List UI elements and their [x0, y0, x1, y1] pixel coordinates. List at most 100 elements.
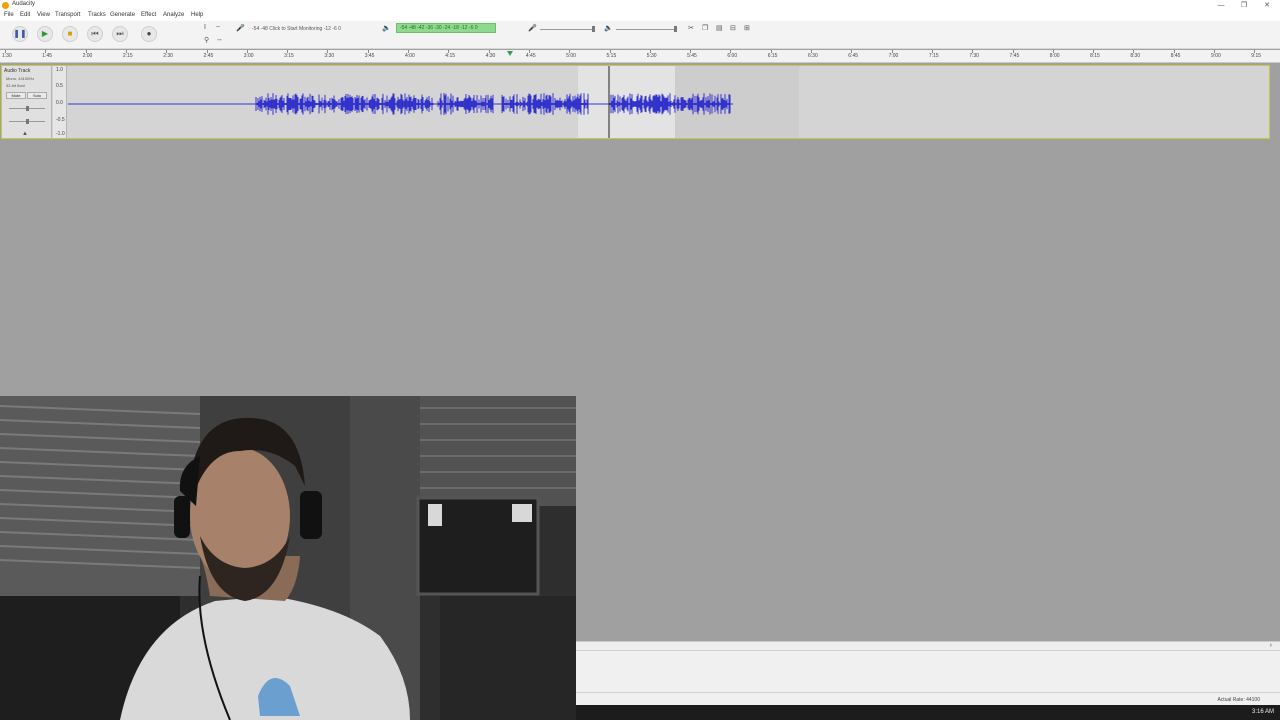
audacity-logo-icon [2, 2, 9, 9]
selection-toolbar [576, 650, 1280, 692]
collapse-track-icon[interactable]: ▲ [22, 131, 28, 137]
trim-icon[interactable]: ⊟ [730, 24, 736, 32]
play-icon: ▶ [41, 29, 49, 38]
track-panel: Audio Track Mono, 44100Hz 32-bit float M… [0, 64, 1280, 140]
record-button[interactable]: ● [141, 26, 157, 42]
skip-end-icon: ⏭ [116, 29, 124, 38]
track-name-dropdown[interactable]: Audio Track [4, 68, 30, 74]
solo-button[interactable]: Solo [27, 92, 47, 99]
microphone-icon: 🎤 [236, 25, 245, 32]
gain-knob[interactable] [26, 106, 29, 111]
timeline-tick-label: 6:00 [727, 53, 738, 59]
stop-button[interactable]: ■ [62, 26, 78, 42]
speaker-icon: 🔈 [382, 25, 391, 32]
skip-start-icon: ⏮ [91, 29, 99, 38]
timeline-tick-label: 3:30 [324, 53, 335, 59]
record-meter[interactable]: -54 -48 Click to Start Monitoring -12 -6… [252, 26, 341, 32]
timeline-tick-label: 5:00 [566, 53, 576, 59]
webcam-feed [0, 396, 576, 720]
menu-help[interactable]: Help [191, 12, 203, 18]
menu-effect[interactable]: Effect [141, 12, 156, 18]
menu-bar: File Edit View Transport Tracks Generate… [0, 11, 1280, 21]
envelope-tool-icon[interactable]: ~ [216, 24, 220, 31]
silence-icon[interactable]: ⊞ [744, 24, 750, 32]
timeline-tick-label: 7:00 [888, 53, 899, 59]
track-format: Mono, 44100Hz [6, 76, 35, 81]
play-button[interactable]: ▶ [37, 26, 53, 42]
timeline-tick-label: 2:15 [122, 53, 133, 59]
playhead-marker[interactable] [507, 51, 513, 56]
vertical-ruler: 1.0 0.5 0.0 -0.5 -1.0 [53, 66, 67, 138]
record-volume-slider[interactable] [540, 29, 594, 30]
pause-button[interactable]: ❚❚ [12, 26, 28, 42]
menu-tracks[interactable]: Tracks [88, 12, 106, 18]
timeline-tick-label: 4:00 [405, 53, 415, 59]
timeshift-tool-icon[interactable]: ↔ [216, 36, 223, 43]
playback-volume-slider[interactable] [616, 29, 676, 30]
playback-meter-scale: -54 -48 -42 -36 -30 -24 -18 -12 -6 0 [400, 25, 478, 31]
timeline-tick-label: 2:30 [163, 53, 173, 59]
window-title: Audacity [12, 1, 36, 7]
timeline-tick-label: 6:45 [848, 53, 859, 59]
pan-knob[interactable] [26, 119, 29, 124]
skip-to-end-button[interactable]: ⏭ [112, 26, 128, 42]
timeline-tick-label: 9:00 [1211, 53, 1221, 59]
playback-volume-icon: 🔈 [604, 25, 613, 32]
timeline-tick-label: 4:15 [445, 53, 456, 59]
minimize-button[interactable]: — [1210, 0, 1232, 11]
timeline-tick-label: 7:30 [969, 53, 979, 59]
selection-tool-icon[interactable]: I [204, 24, 206, 31]
pause-icon: ❚❚ [13, 29, 27, 38]
timeline-tick-label: 1:30 [2, 53, 12, 59]
waveform-area[interactable] [68, 66, 1270, 138]
timeline-tick-label: 3:00 [243, 53, 254, 59]
timeline-tick-label: 6:30 [808, 53, 818, 59]
taskbar-clock: 3:16 AM [1251, 709, 1274, 715]
horizontal-scrollbar[interactable]: › [576, 641, 1280, 650]
timeline-tick-label: 4:30 [485, 53, 496, 59]
timeline-tick-label: 1:45 [42, 53, 53, 59]
timeline-tick-label: 5:45 [687, 53, 697, 59]
vruler-tick: -0.5 [56, 117, 65, 123]
menu-view[interactable]: View [37, 12, 50, 18]
copy-icon[interactable]: ❐ [702, 24, 708, 32]
playback-volume-knob[interactable] [674, 26, 677, 32]
timeline-tick-label: 3:45 [364, 53, 375, 59]
menu-transport[interactable]: Transport [55, 12, 80, 18]
timeline-tick-label: 5:30 [646, 53, 657, 59]
menu-analyze[interactable]: Analyze [163, 12, 184, 18]
timeline-tick-label: 3:15 [284, 53, 294, 59]
toolbar-area: ❚❚ ▶ ■ ⏮ ⏭ ● I ~ ⚲ ↔ 🎤 -54 -48 Click to … [0, 21, 1280, 49]
timeline-tick-label: 8:15 [1090, 53, 1100, 59]
menu-file[interactable]: File [4, 12, 14, 18]
menu-edit[interactable]: Edit [20, 12, 30, 18]
audio-track[interactable]: Audio Track Mono, 44100Hz 32-bit float M… [1, 65, 1270, 139]
timeline-tick-label: 8:45 [1170, 53, 1181, 59]
skip-to-start-button[interactable]: ⏮ [87, 26, 103, 42]
track-bit-depth: 32-bit float [6, 83, 25, 88]
record-volume-knob[interactable] [592, 26, 595, 32]
webcam-overlay [0, 396, 576, 720]
close-button[interactable]: ✕ [1256, 0, 1278, 11]
waveform-svg [68, 66, 733, 138]
paste-icon[interactable]: ▤ [716, 24, 723, 32]
mute-button[interactable]: Mute [6, 92, 26, 99]
zoom-tool-icon[interactable]: ⚲ [204, 36, 209, 44]
timeline-tick-label: 8:30 [1130, 53, 1141, 59]
timeline-tick-label: 4:45 [525, 53, 536, 59]
maximize-button[interactable]: ❐ [1233, 0, 1255, 11]
vruler-tick: 0.5 [56, 83, 63, 89]
taskbar: 3:16 AM [576, 705, 1280, 720]
timeline-ruler[interactable]: 1:30 1:45 2:00 2:15 2:30 2:45 3:00 3:15 3:30 3:45… [0, 50, 1280, 63]
cut-icon[interactable]: ✂ [688, 24, 694, 32]
timeline-tick-label: 6:15 [767, 53, 778, 59]
timeline-tick-label: 7:45 [1009, 53, 1020, 59]
vruler-tick: -1.0 [56, 131, 65, 137]
vruler-tick: 0.0 [56, 100, 63, 106]
record-icon: ● [146, 29, 152, 38]
stop-icon: ■ [67, 29, 73, 38]
menu-generate[interactable]: Generate [110, 12, 135, 18]
actual-rate-text: Actual Rate: 44100 [1217, 697, 1260, 703]
timeline-tick-label: 7:15 [928, 53, 939, 59]
scroll-right-icon[interactable]: › [1270, 642, 1272, 649]
